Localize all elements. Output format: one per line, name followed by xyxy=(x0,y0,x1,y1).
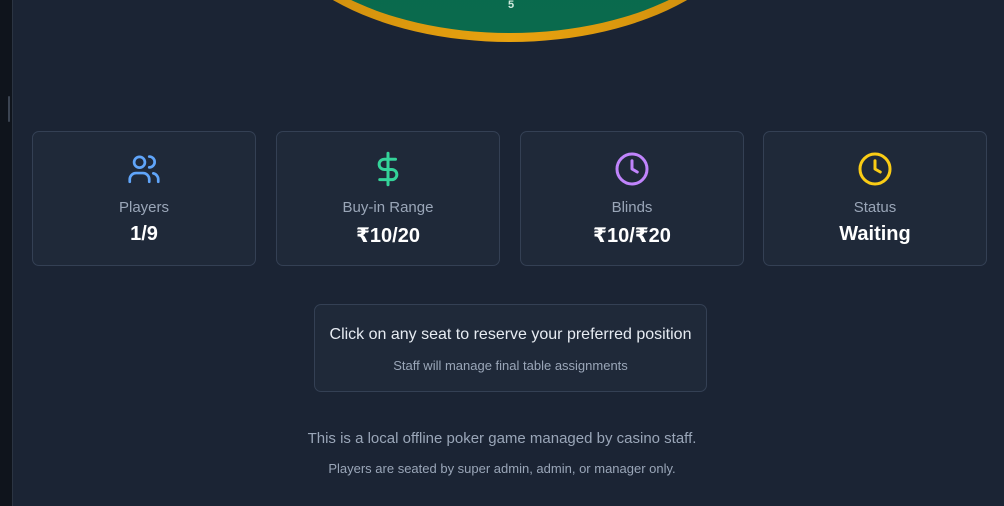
buy-in-label: Buy-in Range xyxy=(342,199,434,216)
info-main-text: Click on any seat to reserve your prefer… xyxy=(329,326,692,343)
resize-handle[interactable] xyxy=(8,96,10,122)
footer-note-primary: This is a local offline poker game manag… xyxy=(307,430,697,447)
buy-in-card: Buy-in Range ₹10/20 xyxy=(276,131,500,266)
players-label: Players xyxy=(118,199,170,216)
status-value: Waiting xyxy=(839,223,911,245)
status-card: Status Waiting xyxy=(763,131,987,266)
seat-reservation-info: Click on any seat to reserve your prefer… xyxy=(314,304,707,392)
clock-icon xyxy=(857,151,893,187)
blinds-value: ₹10/₹20 xyxy=(593,225,671,247)
players-card: Players 1/9 xyxy=(32,131,256,266)
poker-lobby-page: 5 Players 1/9 Buy-in Range ₹10/20 Blinds… xyxy=(0,0,1004,506)
info-sub-text: Staff will manage final table assignment… xyxy=(393,358,628,373)
dollar-icon xyxy=(370,151,406,187)
blinds-label: Blinds xyxy=(611,199,653,216)
users-icon xyxy=(126,151,162,187)
seat-5-number[interactable]: 5 xyxy=(503,0,519,11)
status-label: Status xyxy=(853,199,897,216)
blinds-card: Blinds ₹10/₹20 xyxy=(520,131,744,266)
clock-icon xyxy=(614,151,650,187)
buy-in-value: ₹10/20 xyxy=(356,225,420,247)
footer-note-secondary: Players are seated by super admin, admin… xyxy=(328,461,676,476)
stats-cards: Players 1/9 Buy-in Range ₹10/20 Blinds ₹ xyxy=(32,131,989,268)
players-value: 1/9 xyxy=(130,223,158,245)
